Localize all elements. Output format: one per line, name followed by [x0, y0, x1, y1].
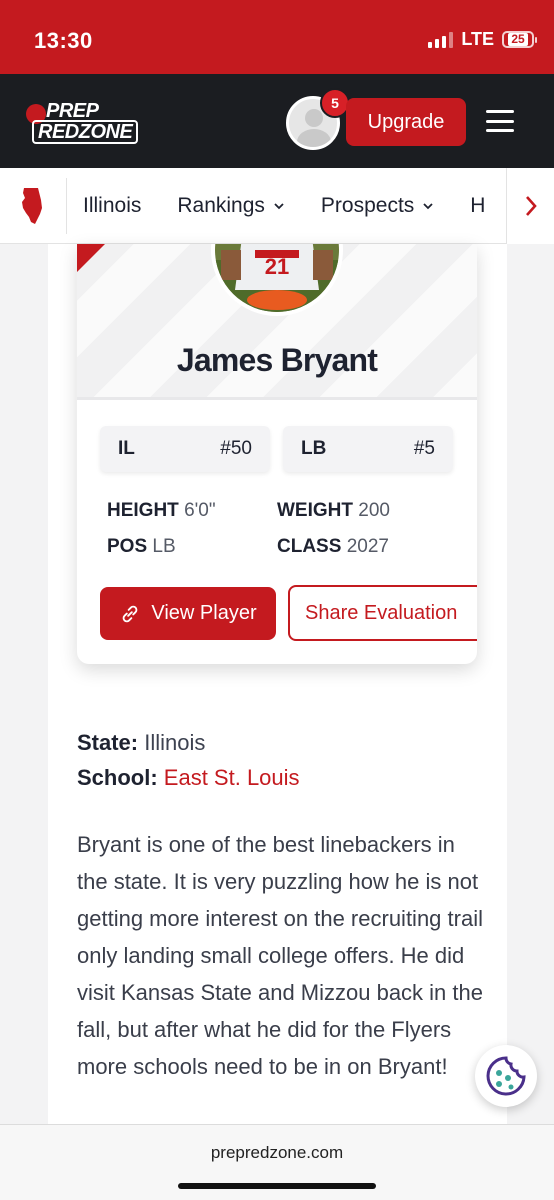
upgrade-button[interactable]: Upgrade: [346, 98, 466, 146]
position-rank-chip: LB #5: [283, 426, 453, 472]
status-indicators: LTE 25: [428, 29, 537, 50]
player-photo: 21: [211, 244, 343, 316]
url-bar[interactable]: prepredzone.com: [0, 1143, 554, 1163]
share-evaluation-button[interactable]: Share Evaluation: [288, 585, 477, 641]
article-state: State: Illinois: [77, 730, 206, 755]
view-player-label: View Player: [151, 602, 257, 624]
nav-item-partial[interactable]: H: [470, 194, 485, 218]
nav-label: H: [470, 194, 486, 217]
site-logo[interactable]: PREP REDZONE: [22, 100, 154, 144]
view-player-button[interactable]: View Player: [100, 587, 276, 640]
nav-label: Prospects: [320, 194, 415, 217]
cookie-icon: [486, 1056, 526, 1096]
section-nav: Illinois Rankings Prospects H: [0, 168, 554, 244]
player-card: 21 James Bryant IL #50 LB #5 HEIGHT 6'0"…: [77, 244, 477, 664]
stat-weight: WEIGHT 200: [277, 500, 390, 521]
nav-scroll-right[interactable]: [506, 168, 554, 244]
link-icon: [123, 605, 138, 622]
status-time: 13:30: [34, 28, 93, 53]
nav-item-rankings[interactable]: Rankings: [177, 194, 285, 218]
card-corner-accent: [77, 244, 105, 272]
article-body: Bryant is one of the best linebackers in…: [77, 832, 483, 1079]
nav-items: Illinois Rankings Prospects H: [83, 168, 485, 244]
battery-level: 25: [508, 33, 528, 46]
svg-text:21: 21: [265, 254, 289, 279]
position-rank: #5: [413, 438, 435, 459]
nav-item-illinois[interactable]: Illinois: [83, 194, 141, 218]
nav-label: Illinois: [83, 194, 142, 217]
chevron-down-icon: [274, 203, 284, 210]
article-school: School: East St. Louis: [77, 765, 300, 790]
state-rank-chip: IL #50: [100, 426, 270, 472]
status-bar: 13:30 LTE 25: [0, 0, 554, 74]
stat-pos: POS LB: [107, 536, 176, 557]
cookie-settings-button[interactable]: [475, 1045, 537, 1107]
state-rank: #50: [220, 438, 252, 459]
position-code: LB: [301, 438, 327, 459]
home-indicator[interactable]: [178, 1183, 376, 1189]
site-header: PREP REDZONE 5 Upgrade: [0, 74, 554, 168]
player-name: James Bryant: [176, 342, 378, 378]
stat-height: HEIGHT 6'0": [107, 500, 216, 521]
battery-icon: 25: [502, 31, 537, 48]
state-map-icon[interactable]: [20, 186, 46, 226]
player-card-header: 21 James Bryant: [77, 244, 477, 400]
school-link[interactable]: East St. Louis: [164, 765, 300, 790]
signal-icon: [428, 31, 454, 48]
menu-icon[interactable]: [486, 110, 514, 132]
network-type: LTE: [461, 29, 494, 49]
chevron-right-icon: [525, 196, 537, 216]
browser-bottom-bar: prepredzone.com: [0, 1124, 554, 1200]
nav-label: Rankings: [177, 194, 265, 217]
state-code: IL: [118, 438, 135, 459]
stat-class: CLASS 2027: [277, 536, 389, 557]
logo-text-redzone: REDZONE: [32, 120, 139, 144]
nav-item-prospects[interactable]: Prospects: [321, 194, 434, 218]
chevron-down-icon: [423, 203, 433, 210]
